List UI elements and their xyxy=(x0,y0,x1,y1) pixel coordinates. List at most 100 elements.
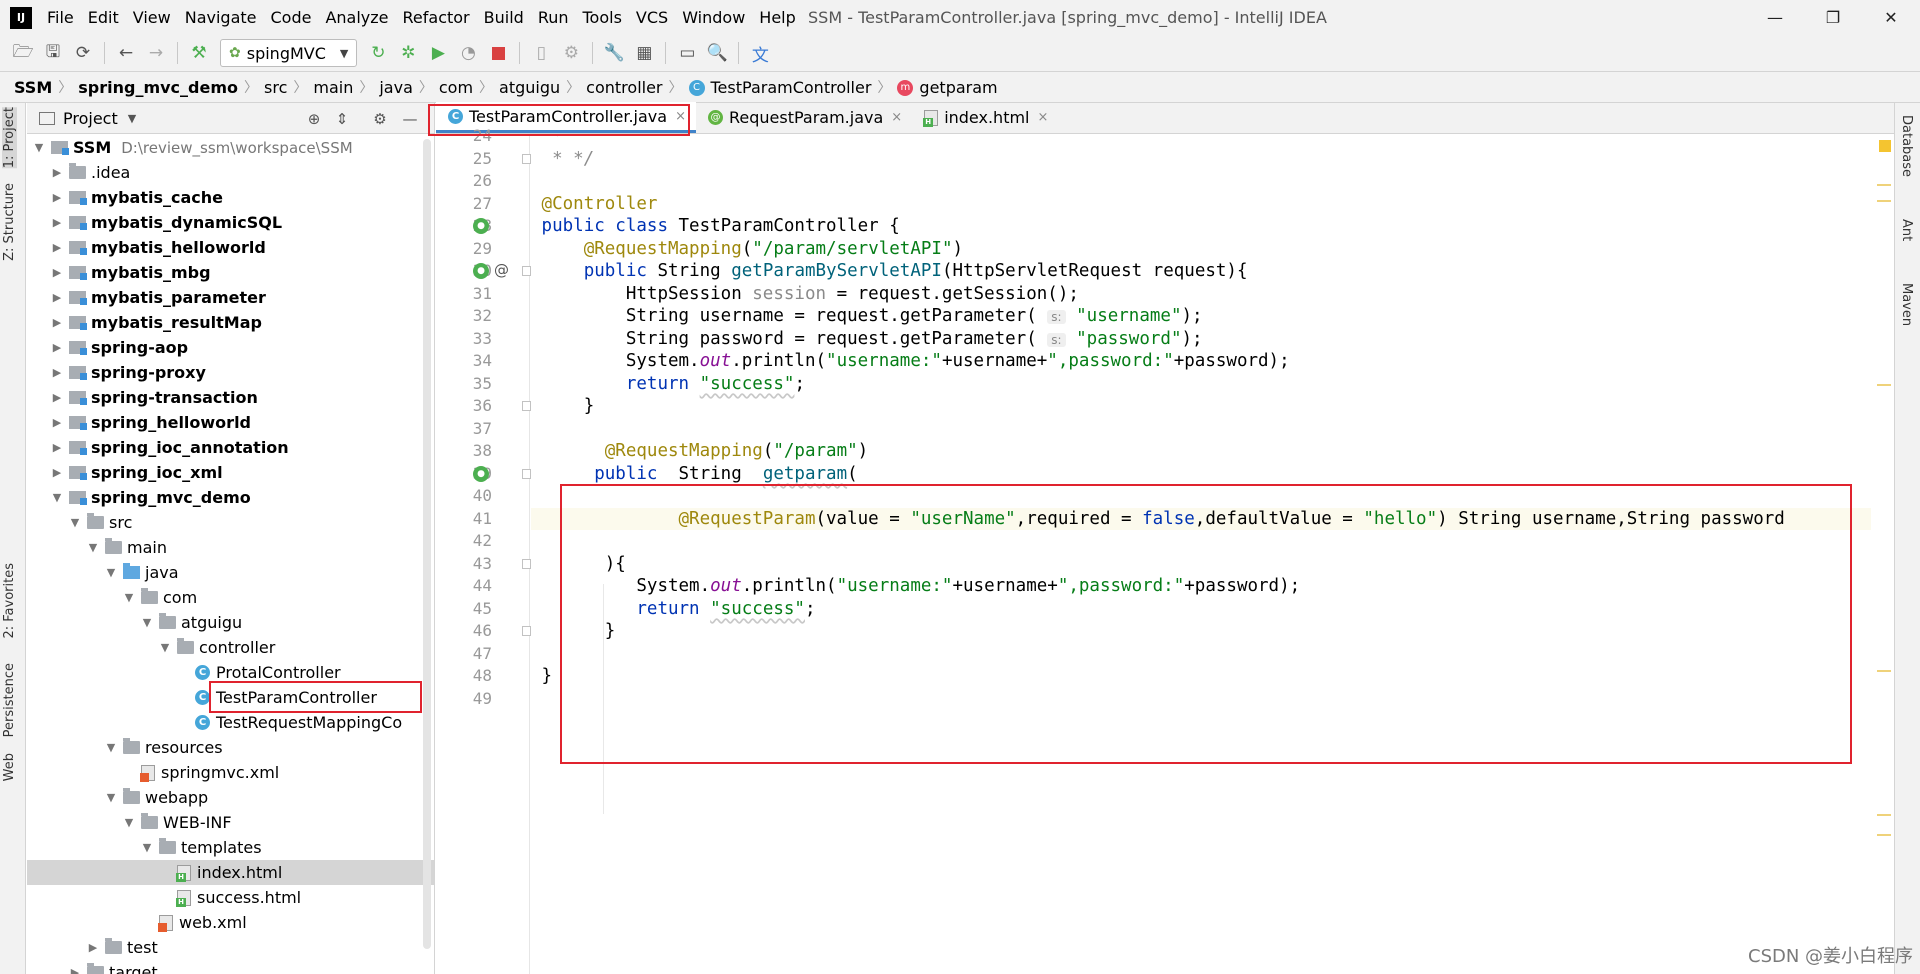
menu-file[interactable]: File xyxy=(40,8,81,27)
chevron-right-icon[interactable]: ▶ xyxy=(67,966,83,974)
fold-marker-icon[interactable] xyxy=(522,401,531,411)
menu-edit[interactable]: Edit xyxy=(81,8,126,27)
tree-item[interactable]: ▼ com xyxy=(27,585,434,610)
code-line[interactable]: System.out.println("username:"+username+… xyxy=(531,575,1871,598)
terminal-icon[interactable]: ▭ xyxy=(672,38,702,68)
chevron-right-icon[interactable]: ▶ xyxy=(49,166,65,179)
tree-item[interactable]: ▼ WEB-INF xyxy=(27,810,434,835)
chevron-down-icon[interactable]: ▼ xyxy=(103,791,119,804)
tool-tab-ant[interactable]: Ant xyxy=(1899,219,1914,241)
code-line[interactable]: @RequestMapping("/param") xyxy=(531,440,1871,463)
tree-item[interactable]: ▶ test xyxy=(27,935,434,960)
menu-code[interactable]: Code xyxy=(264,8,319,27)
tree-item[interactable]: ▼ java xyxy=(27,560,434,585)
profile-icon[interactable]: ◔ xyxy=(453,38,483,68)
chevron-right-icon[interactable]: ▶ xyxy=(49,216,65,229)
tree-item[interactable]: ▶ target xyxy=(27,960,434,974)
chevron-right-icon[interactable]: ▶ xyxy=(49,466,65,479)
chevron-down-icon[interactable]: ▼ xyxy=(85,541,101,554)
code-line[interactable]: } xyxy=(531,395,1871,418)
tree-item[interactable]: ▼ atguigu xyxy=(27,610,434,635)
chevron-down-icon[interactable]: ▼ xyxy=(49,491,65,504)
breadcrumb-item[interactable]: m getparam xyxy=(897,78,998,97)
tree-item[interactable]: ▶success.html xyxy=(27,885,434,910)
menu-refactor[interactable]: Refactor xyxy=(396,8,477,27)
menu-vcs[interactable]: VCS xyxy=(629,8,675,27)
code-line[interactable]: System.out.println("username:"+username+… xyxy=(531,350,1871,373)
tree-item[interactable]: ▶CProtalController xyxy=(27,660,434,685)
tool-tab-maven[interactable]: Maven xyxy=(1899,283,1914,326)
tree-item[interactable]: ▼ controller xyxy=(27,635,434,660)
code-line[interactable]: * xyxy=(531,134,1871,148)
warning-mark[interactable] xyxy=(1877,384,1891,386)
menu-help[interactable]: Help xyxy=(752,8,802,27)
code-line[interactable]: ){ xyxy=(531,553,1871,576)
tree-item[interactable]: ▶springmvc.xml xyxy=(27,760,434,785)
chevron-down-icon[interactable]: ▼ xyxy=(128,112,136,125)
chevron-right-icon[interactable]: ▶ xyxy=(49,266,65,279)
tree-item[interactable]: ▼ main xyxy=(27,535,434,560)
code-line[interactable] xyxy=(531,643,1871,666)
tree-item[interactable]: ▶ mybatis_mbg xyxy=(27,260,434,285)
tool-tab-persistence[interactable]: Persistence xyxy=(2,663,17,737)
project-structure-icon[interactable]: ▦ xyxy=(629,38,659,68)
at-sign-icon[interactable]: @ xyxy=(494,261,509,279)
chevron-down-icon[interactable]: ▼ xyxy=(103,566,119,579)
chevron-down-icon[interactable]: ▼ xyxy=(31,141,47,154)
tree-scrollbar[interactable] xyxy=(423,139,431,949)
menu-tools[interactable]: Tools xyxy=(576,8,629,27)
translate-icon[interactable]: 文 xyxy=(745,38,775,68)
tree-item[interactable]: ▶CTestParamController xyxy=(27,685,434,710)
tree-item[interactable]: ▼ templates xyxy=(27,835,434,860)
tree-item[interactable]: ▼ SSM D:\review_ssm\workspace\SSM xyxy=(27,135,434,160)
code-line[interactable]: return "success"; xyxy=(531,598,1871,621)
code-line[interactable]: return "success"; xyxy=(531,373,1871,396)
tree-item[interactable]: ▶ mybatis_cache xyxy=(27,185,434,210)
breadcrumb-item[interactable]: com xyxy=(439,78,473,97)
spring-request-mapping-icon[interactable]: ● xyxy=(473,465,489,482)
restore-button[interactable]: ❐ xyxy=(1804,0,1862,35)
editor-tab[interactable]: @ RequestParam.java × xyxy=(696,102,912,133)
menu-analyze[interactable]: Analyze xyxy=(318,8,395,27)
tool-tab-favorites[interactable]: 2: Favorites xyxy=(2,563,17,639)
tree-item[interactable]: ▼ spring_mvc_demo xyxy=(27,485,434,510)
code-line[interactable]: * */ xyxy=(531,148,1871,171)
gear-icon[interactable]: ⚙ xyxy=(369,108,391,130)
tree-item[interactable]: ▶ spring_helloworld xyxy=(27,410,434,435)
tree-item[interactable]: ▶CTestRequestMappingCo xyxy=(27,710,434,735)
code-line[interactable]: @RequestMapping("/param/servletAPI") xyxy=(531,238,1871,261)
chevron-down-icon[interactable]: ▼ xyxy=(103,741,119,754)
fold-marker-icon[interactable] xyxy=(522,468,531,479)
open-folder-icon[interactable]: 🗁 xyxy=(8,38,38,68)
chevron-right-icon[interactable]: ▶ xyxy=(49,291,65,304)
breadcrumb-item[interactable]: controller xyxy=(586,78,662,97)
chevron-down-icon[interactable]: ▼ xyxy=(121,591,137,604)
chevron-right-icon[interactable]: ▶ xyxy=(49,341,65,354)
tree-item[interactable]: ▶ spring-aop xyxy=(27,335,434,360)
tree-item[interactable]: ▶ mybatis_resultMap xyxy=(27,310,434,335)
breadcrumb-item[interactable]: SSM xyxy=(14,78,52,97)
breadcrumb-item[interactable]: src xyxy=(264,78,287,97)
code-line[interactable]: public String getParamByServletAPI(HttpS… xyxy=(531,260,1871,283)
tree-item[interactable]: ▼ src xyxy=(27,510,434,535)
fold-marker-icon[interactable] xyxy=(522,266,531,276)
chevron-right-icon[interactable]: ▶ xyxy=(49,441,65,454)
code-line[interactable]: String password = request.getParameter( … xyxy=(531,328,1871,351)
tool-tab-database[interactable]: Database xyxy=(1899,115,1914,177)
tool-tab-web[interactable]: Web xyxy=(2,753,17,781)
services-icon[interactable]: ⚙ xyxy=(556,38,586,68)
close-icon[interactable]: × xyxy=(1038,110,1049,125)
collapse-all-icon[interactable]: ⇕ xyxy=(331,108,353,130)
fold-marker-icon[interactable] xyxy=(522,626,531,636)
breadcrumb-item[interactable]: java xyxy=(379,78,413,97)
breadcrumb-item[interactable]: main xyxy=(313,78,353,97)
spring-request-mapping-icon[interactable]: ● xyxy=(473,263,489,279)
tree-item[interactable]: ▶ spring-transaction xyxy=(27,385,434,410)
chevron-down-icon[interactable]: ▼ xyxy=(139,616,155,629)
warning-mark[interactable] xyxy=(1877,834,1891,836)
debug-icon[interactable]: ✲ xyxy=(393,38,423,68)
tree-item[interactable]: ▼ resources xyxy=(27,735,434,760)
breadcrumb-item[interactable]: C TestParamController xyxy=(688,78,871,97)
locate-icon[interactable]: ⊕ xyxy=(303,108,325,130)
menu-navigate[interactable]: Navigate xyxy=(178,8,264,27)
